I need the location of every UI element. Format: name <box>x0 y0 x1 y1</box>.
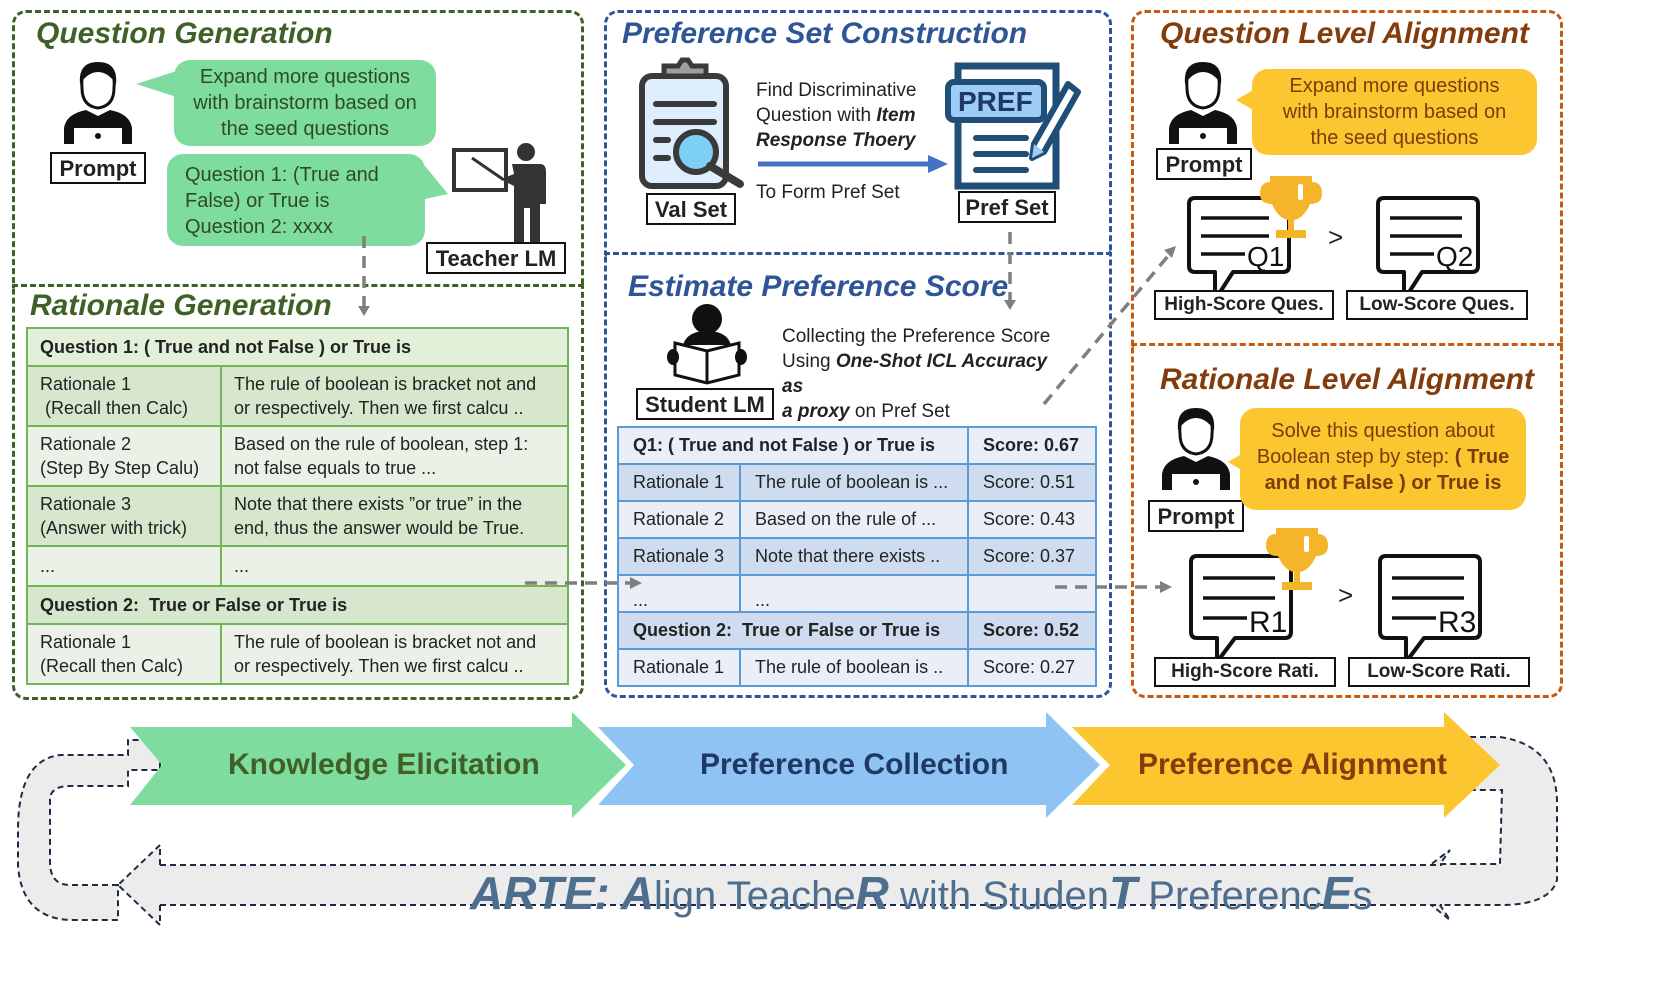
footer-bold: A <box>620 867 655 919</box>
footer-bold: : <box>594 867 621 919</box>
footer-plain: with Studen <box>888 874 1110 918</box>
footer-plain: Preferenc <box>1137 874 1322 918</box>
footer-bold: E <box>1321 867 1353 919</box>
stage-label-preference-alignment: Preference Alignment <box>1138 748 1447 781</box>
pipeline-stage-arrows <box>130 712 1500 818</box>
footer-plain: s <box>1352 874 1373 918</box>
footer-bold: ARTE <box>470 867 595 919</box>
footer-bold: T <box>1109 867 1138 919</box>
footer-plain: lign Teache <box>654 874 856 918</box>
stage-label-preference-collection: Preference Collection <box>700 748 1009 781</box>
arte-footer-title: ARTE: Align TeacheR with StudenT Prefere… <box>470 866 1372 920</box>
footer-bold: R <box>855 867 889 919</box>
stage-label-knowledge-elicitation: Knowledge Elicitation <box>228 748 540 781</box>
